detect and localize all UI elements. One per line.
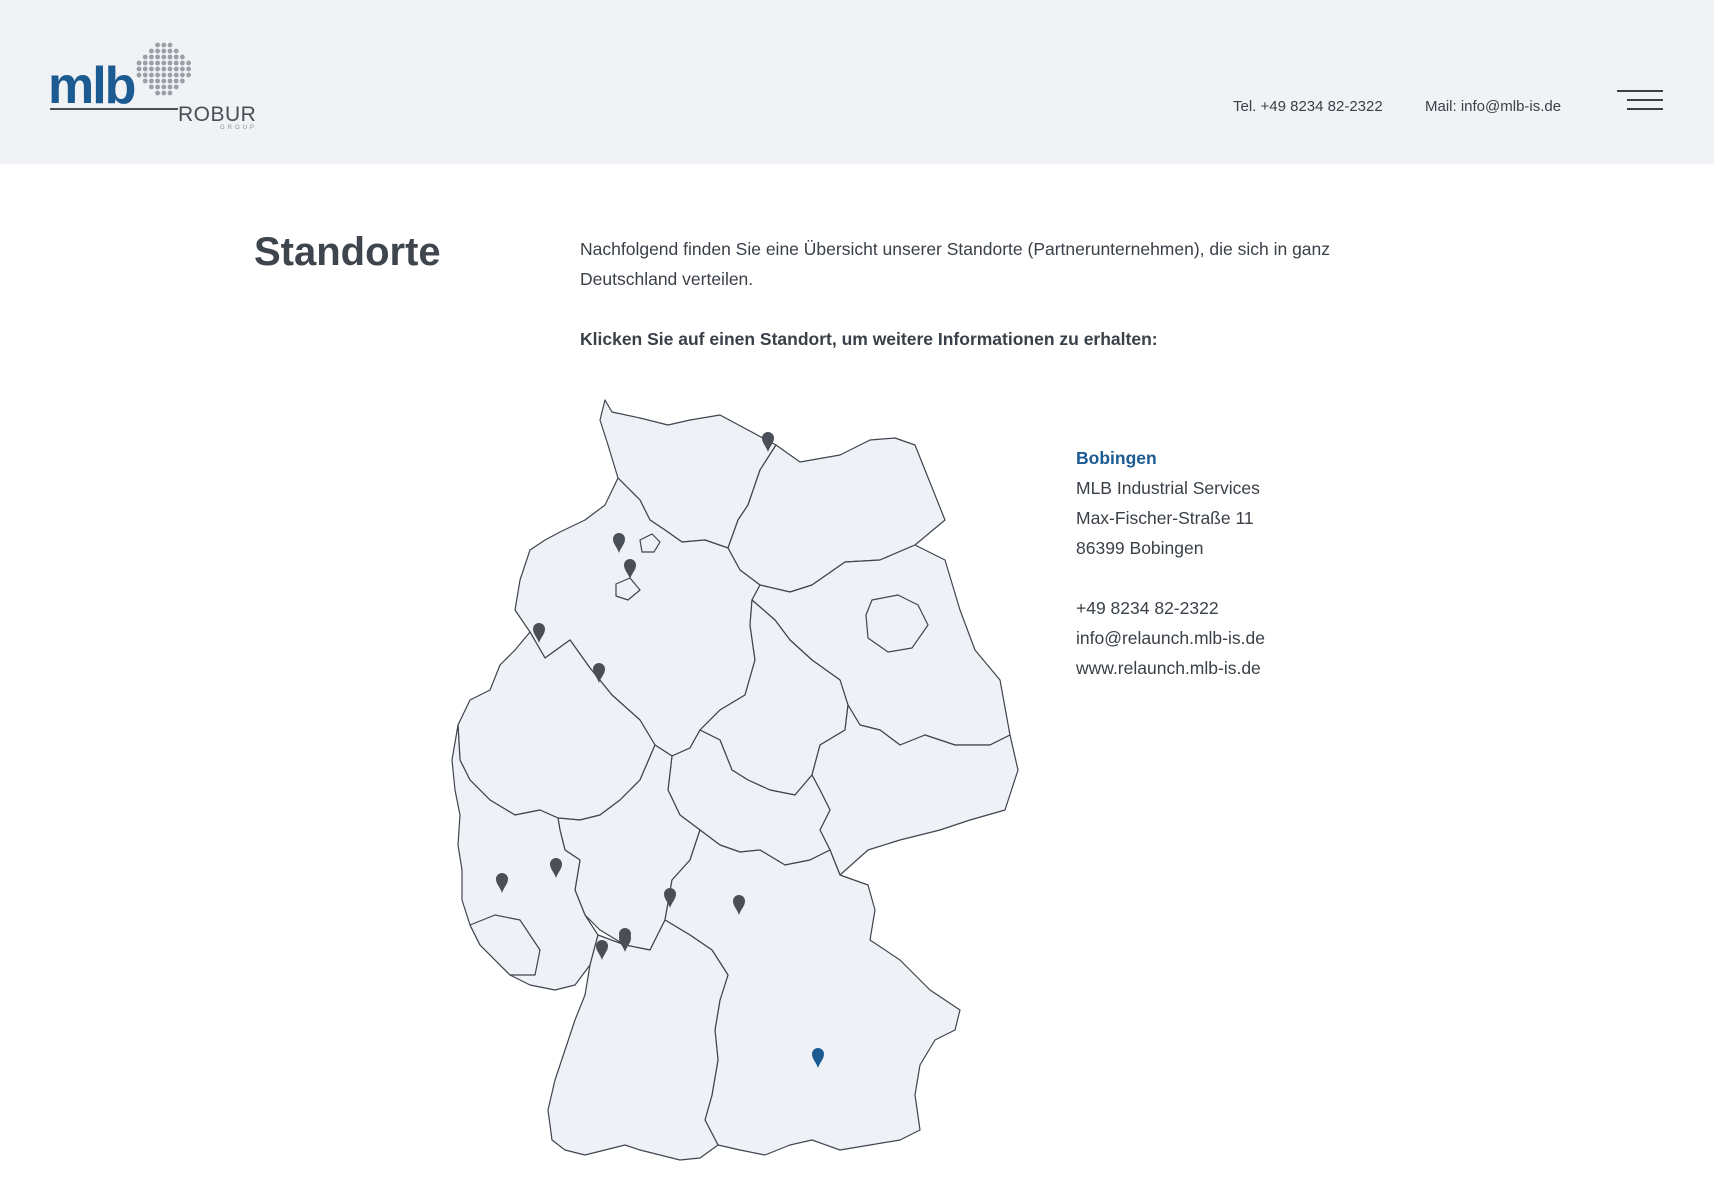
- location-phone[interactable]: +49 8234 82-2322: [1076, 593, 1265, 623]
- location-street: Max-Fischer-Straße 11: [1076, 508, 1254, 528]
- location-name: Bobingen: [1076, 448, 1157, 468]
- location-email[interactable]: info@relaunch.mlb-is.de: [1076, 623, 1265, 653]
- hamburger-icon[interactable]: [1617, 88, 1663, 114]
- logo[interactable]: mlb ROBUR GROUP: [48, 40, 258, 140]
- logo-partner: ROBUR: [178, 103, 257, 126]
- germany-map: [440, 395, 1030, 1175]
- site-header: mlb ROBUR GROUP Tel. +49 8234 82-2322 Ma…: [0, 0, 1714, 164]
- intro-text: Nachfolgend finden Sie eine Übersicht un…: [580, 239, 1331, 289]
- page-title: Standorte: [254, 230, 441, 274]
- logo-underline: [50, 108, 178, 110]
- location-details: Bobingen MLB Industrial Services Max-Fis…: [1076, 443, 1265, 683]
- germany-map-svg: [451, 399, 1019, 1161]
- logo-brand: mlb: [48, 57, 136, 115]
- map-instruction: Klicken Sie auf einen Standort, um weite…: [580, 329, 1158, 349]
- location-website[interactable]: www.relaunch.mlb-is.de: [1076, 653, 1265, 683]
- header-phone[interactable]: Tel. +49 8234 82-2322: [1233, 98, 1383, 116]
- header-mail[interactable]: Mail: info@mlb-is.de: [1425, 98, 1561, 116]
- location-company: MLB Industrial Services: [1076, 478, 1260, 498]
- location-city: 86399 Bobingen: [1076, 538, 1204, 558]
- logo-dots-icon: [136, 42, 191, 96]
- logo-partner-sub: GROUP: [220, 125, 258, 131]
